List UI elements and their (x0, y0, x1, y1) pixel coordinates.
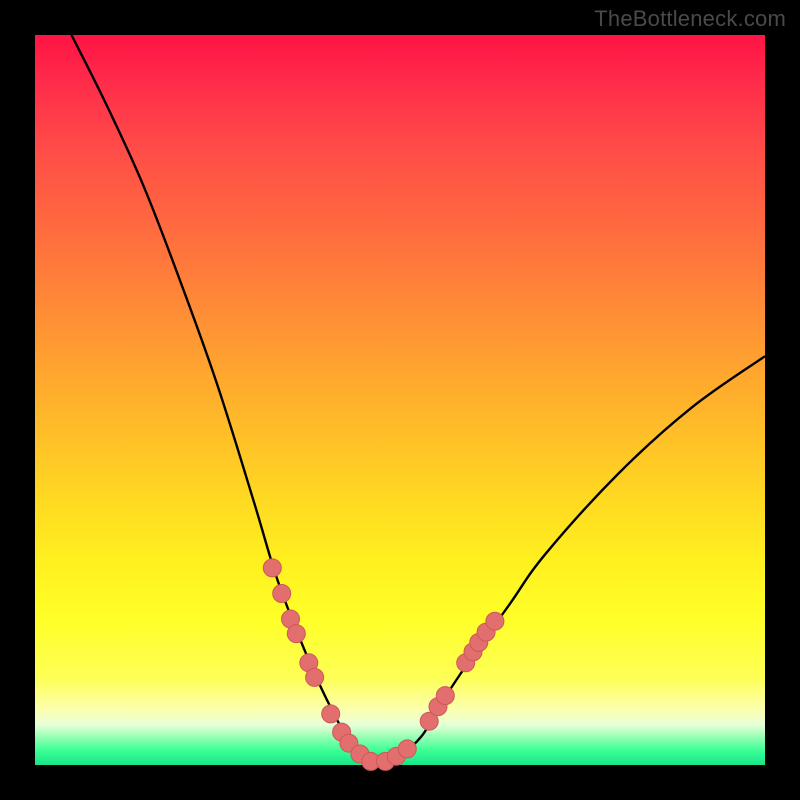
data-marker (486, 612, 504, 630)
data-marker (322, 705, 340, 723)
data-marker (273, 585, 291, 603)
data-marker (436, 687, 454, 705)
watermark-text: TheBottleneck.com (594, 6, 786, 32)
data-marker (263, 559, 281, 577)
curve-path (72, 35, 766, 764)
chart-frame: TheBottleneck.com (0, 0, 800, 800)
marker-group (263, 559, 504, 771)
bottleneck-curve (35, 35, 765, 765)
plot-area (35, 35, 765, 765)
data-marker (287, 625, 305, 643)
data-marker (306, 668, 324, 686)
data-marker (398, 740, 416, 758)
